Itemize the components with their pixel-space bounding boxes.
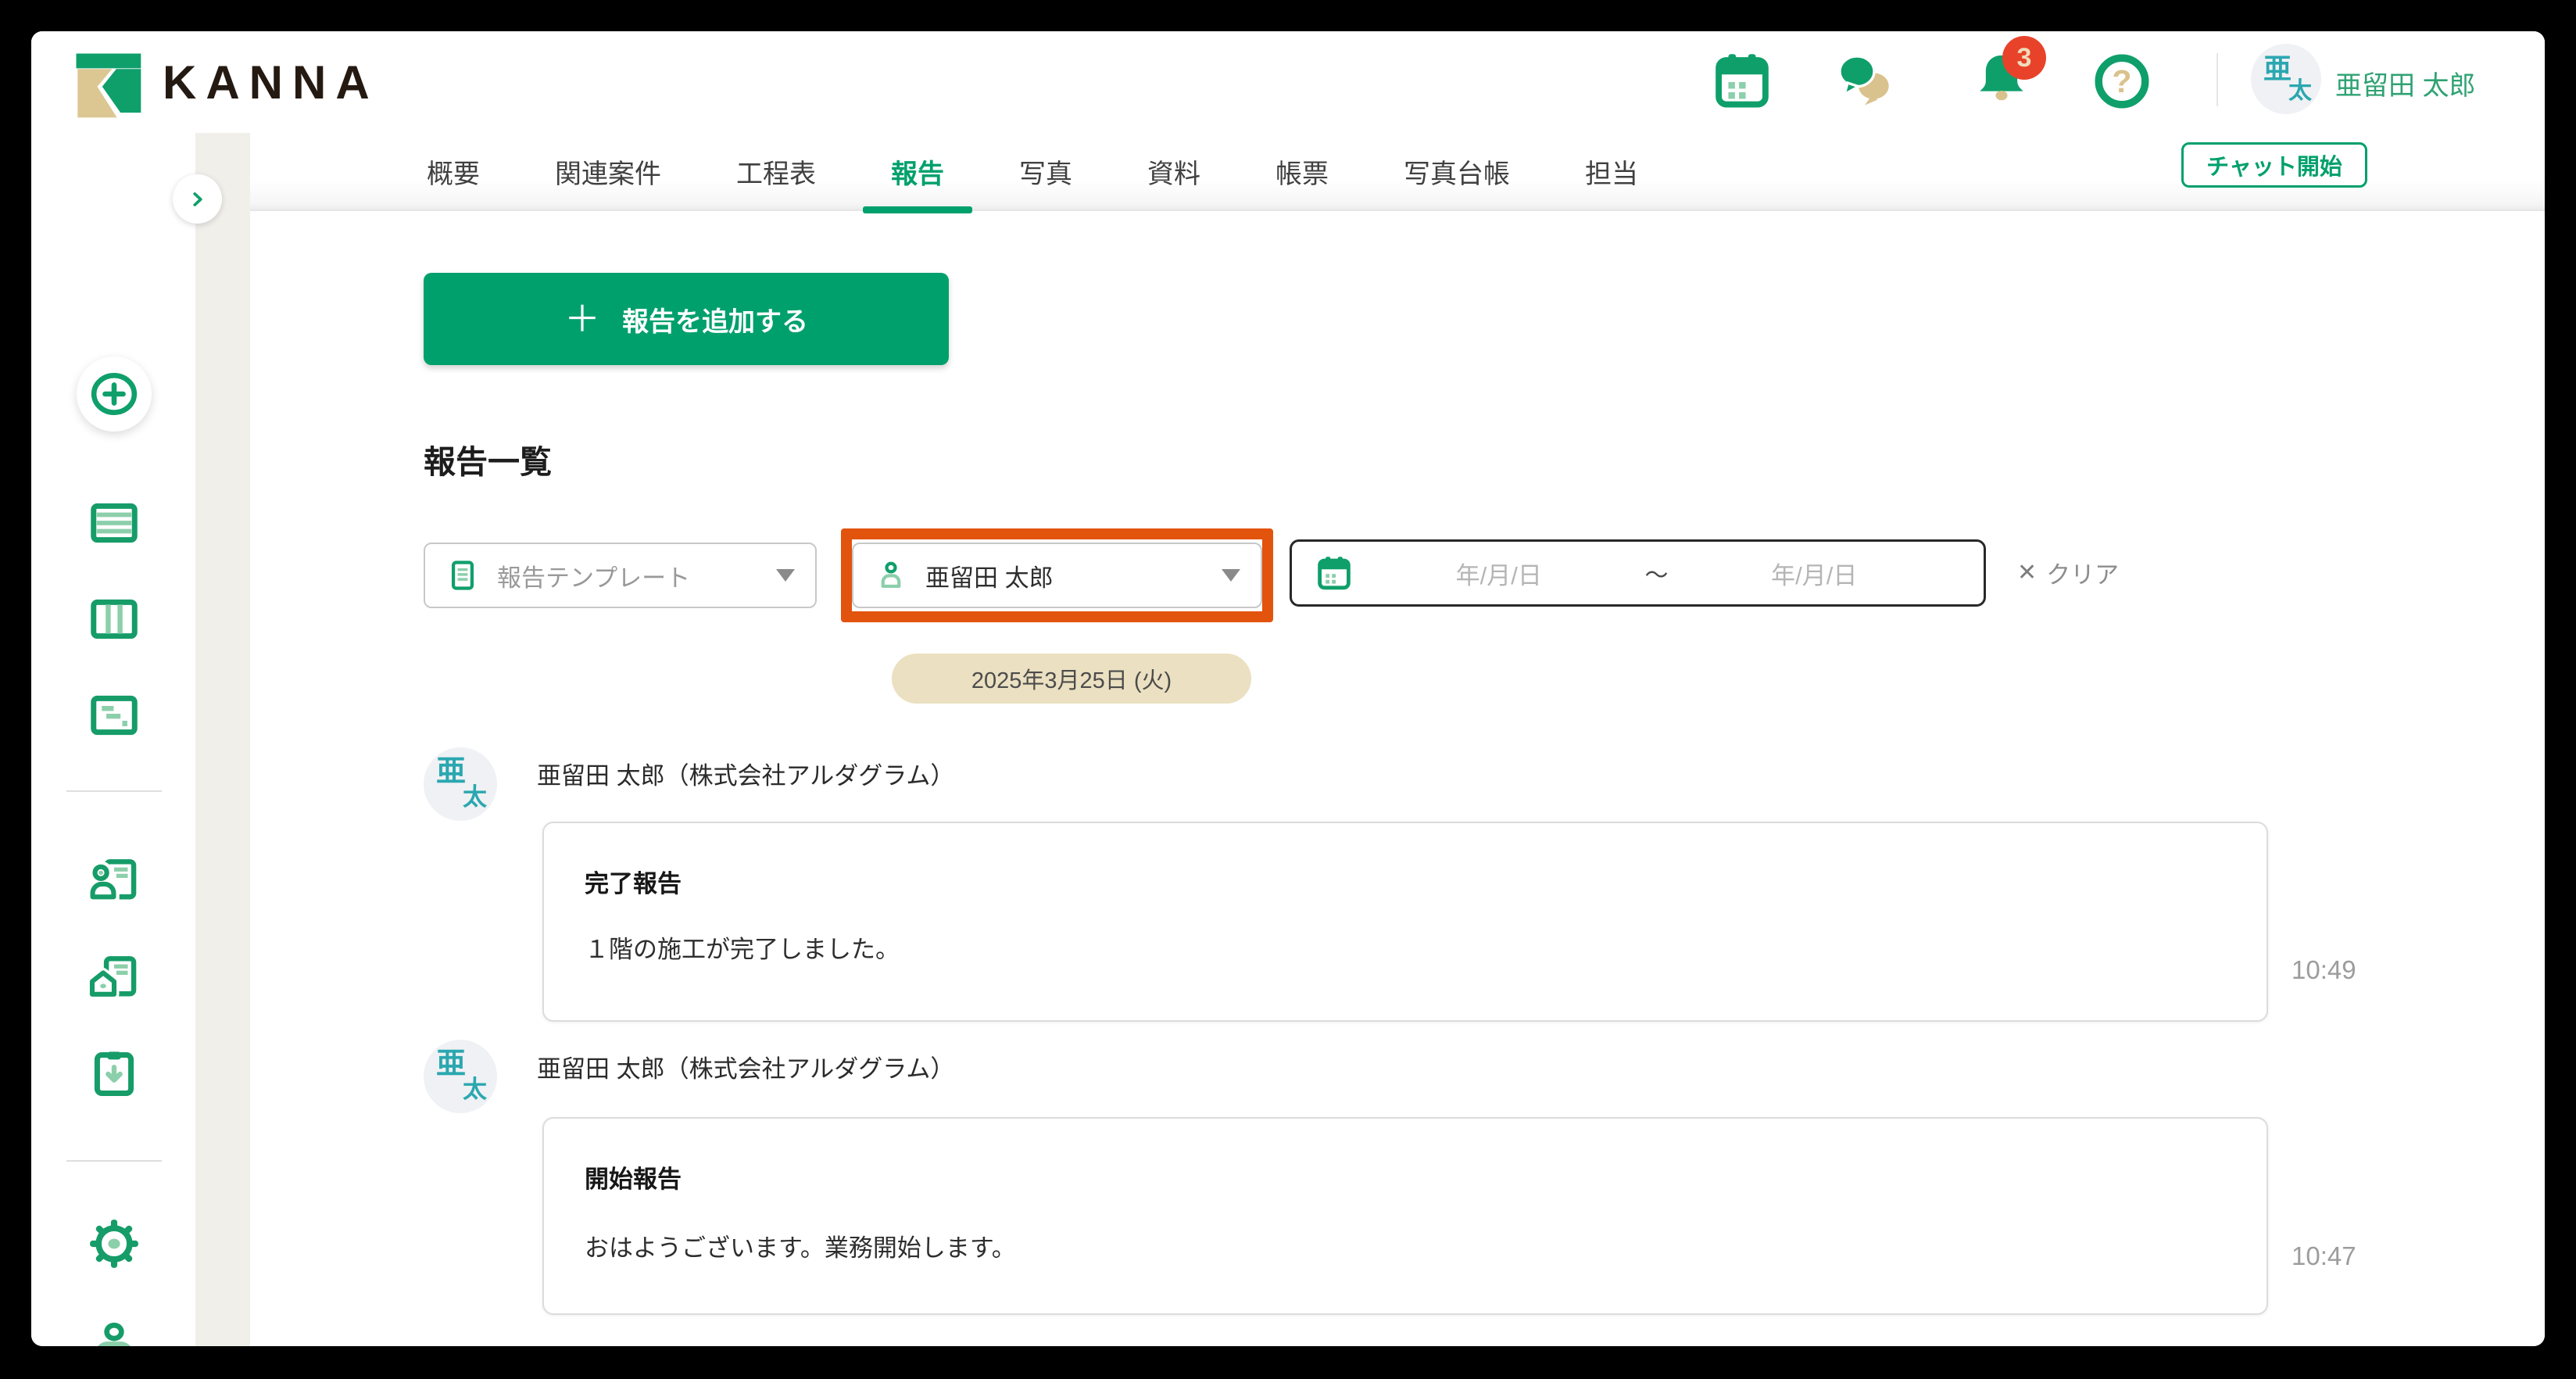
document-icon [445, 558, 480, 593]
calendar-icon[interactable] [1712, 50, 1773, 111]
caret-down-icon [776, 569, 795, 582]
date-group-chip: 2025年3月25日 (火) [892, 654, 1251, 704]
tab-schedule[interactable]: 工程表 [736, 152, 816, 191]
page-gutter [195, 133, 250, 1346]
highlight-box: 亜留田 太郎 [841, 528, 1273, 622]
person-document-icon[interactable] [87, 854, 141, 909]
user-filter-value: 亜留田 太郎 [925, 558, 1054, 593]
person-icon [874, 558, 908, 593]
person-icon[interactable] [87, 1317, 141, 1346]
user-filter-dropdown[interactable]: 亜留田 太郎 [852, 543, 1262, 608]
report-card[interactable]: 開始報告 おはようございます。業務開始します。 [542, 1117, 2268, 1315]
left-sidebar [31, 133, 195, 1346]
clear-label: クリア [2046, 555, 2119, 590]
tab-related-cases[interactable]: 関連案件 [555, 152, 661, 191]
avatar-char-bottom: 太 [463, 1077, 487, 1101]
report-title: 開始報告 [585, 1159, 682, 1195]
board-columns-icon[interactable] [87, 592, 141, 647]
sidebar-divider [66, 790, 162, 792]
user-avatar[interactable]: 亜 太 [2251, 44, 2321, 114]
tab-report[interactable]: 報告 [891, 152, 944, 191]
avatar-char-bottom: 太 [2288, 80, 2312, 103]
tab-assignees[interactable]: 担当 [1585, 152, 1638, 191]
template-filter-placeholder: 報告テンプレート [497, 558, 690, 593]
calendar-icon [1315, 554, 1353, 592]
add-report-label: 報告を追加する [622, 300, 808, 338]
house-document-icon[interactable] [87, 951, 141, 1006]
notification-badge: 3 [2002, 36, 2046, 80]
tab-forms[interactable]: 帳票 [1275, 152, 1329, 191]
report-body: １階の施工が完了しました。 [585, 929, 900, 965]
plus-icon: ＋ [564, 301, 600, 337]
template-filter-dropdown[interactable]: 報告テンプレート [424, 543, 817, 608]
settings-gear-icon[interactable] [87, 1216, 141, 1271]
entry-avatar: 亜 太 [424, 747, 497, 821]
entry-avatar: 亜 太 [424, 1040, 497, 1113]
sidebar-divider [66, 1160, 162, 1162]
report-body: おはようございます。業務開始します。 [585, 1228, 1016, 1263]
create-plus-button[interactable] [77, 356, 152, 432]
entry-author: 亜留田 太郎（株式会社アルダグラム） [537, 1049, 954, 1084]
main-content: 概要 関連案件 工程表 報告 写真 資料 帳票 写真台帳 担当 チャット開始 ＋… [250, 133, 2545, 1346]
avatar-char-top: 亜 [436, 1049, 466, 1079]
sidebar-expand-button[interactable] [173, 174, 222, 224]
help-icon[interactable]: ? [2092, 52, 2152, 111]
plus-circle-icon [88, 368, 140, 420]
report-card[interactable]: 完了報告 １階の施工が完了しました。 [542, 822, 2268, 1022]
add-report-button[interactable]: ＋ 報告を追加する [424, 273, 949, 365]
report-time: 10:49 [2292, 955, 2356, 985]
card-summary-icon[interactable] [87, 688, 141, 743]
clear-filters-button[interactable]: ✕ クリア [2017, 553, 2119, 591]
tab-overview[interactable]: 概要 [427, 152, 480, 191]
tab-documents[interactable]: 資料 [1147, 152, 1200, 191]
avatar-char-top: 亜 [2263, 55, 2292, 83]
report-time: 10:47 [2292, 1241, 2356, 1271]
chat-start-button[interactable]: チャット開始 [2181, 142, 2367, 188]
tab-photo-ledger[interactable]: 写真台帳 [1404, 152, 1510, 191]
avatar-char-top: 亜 [436, 757, 466, 786]
chevron-right-icon [188, 189, 208, 210]
entry-author: 亜留田 太郎（株式会社アルダグラム） [537, 756, 954, 791]
list-rows-icon[interactable] [87, 496, 141, 550]
date-end-placeholder[interactable]: 年/月/日 [1669, 556, 1961, 591]
avatar-char-bottom: 太 [463, 785, 487, 809]
date-range-field[interactable]: 年/月/日 ～ 年/月/日 [1290, 539, 1986, 607]
clipboard-download-icon[interactable] [87, 1047, 141, 1101]
svg-text:?: ? [2112, 63, 2131, 99]
kanna-logo-icon [67, 50, 148, 120]
brand-wordmark: KANNA [163, 59, 379, 106]
section-title: 報告一覧 [424, 435, 552, 482]
chat-icon[interactable] [1834, 48, 1896, 111]
close-icon: ✕ [2017, 559, 2037, 586]
header-user-name[interactable]: 亜留田 太郎 [2335, 64, 2475, 102]
header-divider [2216, 53, 2218, 106]
date-range-separator: ～ [1645, 556, 1669, 590]
date-start-placeholder[interactable]: 年/月/日 [1353, 556, 1645, 591]
report-title: 完了報告 [585, 864, 682, 899]
caret-down-icon [1222, 569, 1240, 582]
app-window: KANNA 3 [31, 31, 2545, 1346]
tab-photos[interactable]: 写真 [1019, 152, 1072, 191]
top-header: KANNA 3 [31, 31, 2545, 133]
